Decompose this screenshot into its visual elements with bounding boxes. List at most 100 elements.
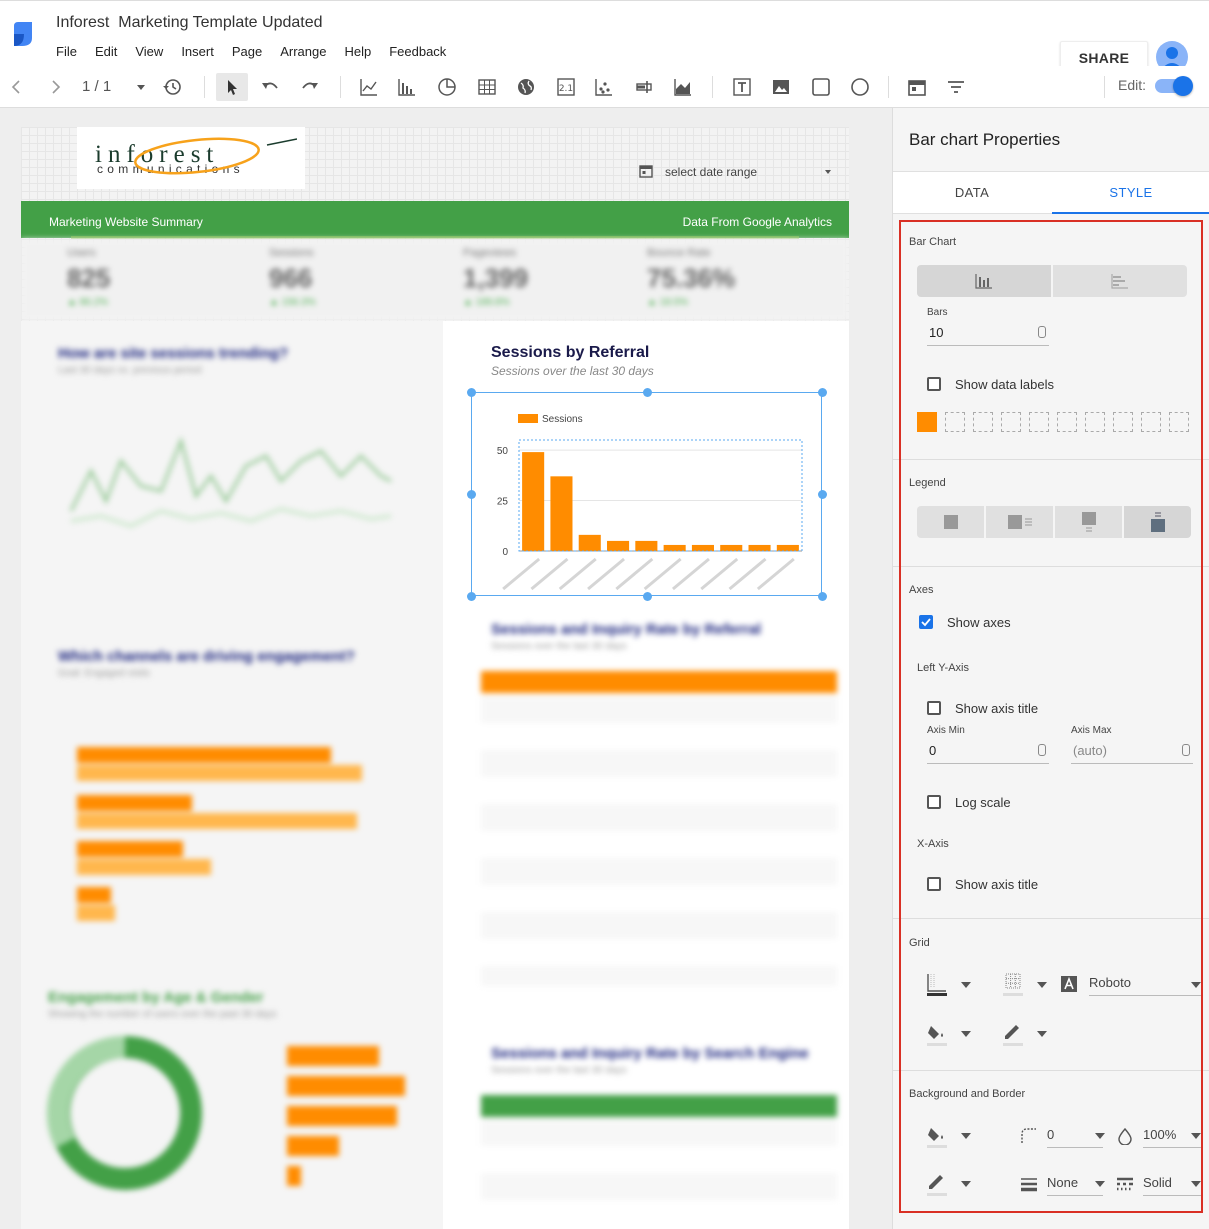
calendar-icon (639, 165, 653, 178)
chevron-down-icon (825, 170, 831, 174)
banner-title: Marketing Website Summary (49, 215, 203, 229)
forward-icon[interactable] (42, 74, 68, 100)
menu-insert[interactable]: Insert (181, 44, 214, 59)
bar[interactable] (691, 544, 714, 551)
table-header[interactable] (481, 671, 837, 693)
history-icon[interactable] (159, 74, 185, 100)
resize-handle[interactable] (818, 592, 827, 601)
date-range-icon[interactable] (904, 74, 930, 100)
tab-style[interactable]: STYLE (1052, 172, 1209, 214)
kpi-name: Bounce Rate (647, 247, 711, 259)
data-studio-logo-icon[interactable] (10, 20, 36, 48)
select-cursor-icon[interactable] (216, 73, 248, 101)
banner-source: Data From Google Analytics (682, 215, 832, 229)
panel-tabs: DATA STYLE (893, 171, 1209, 214)
filter-control-icon[interactable] (943, 74, 969, 100)
table-title[interactable]: Sessions and Inquiry Rate by Search Engi… (491, 1045, 809, 1062)
redo-icon[interactable] (297, 74, 323, 100)
highlight-box (899, 220, 1203, 1213)
bar[interactable] (578, 534, 601, 551)
chart-title[interactable]: Sessions by Referral (491, 344, 649, 362)
company-logo[interactable]: inforest communications (77, 127, 305, 189)
kpi-users[interactable]: Users 825 ▲ 86.2% (67, 247, 110, 308)
table-title[interactable]: Sessions and Inquiry Rate by Referral (491, 621, 761, 638)
kpi-delta: ▲ 189.8% (463, 297, 510, 308)
scatter-chart-icon[interactable] (591, 74, 617, 100)
kpi-pageviews[interactable]: Pageviews 1,399 ▲ 189.8% (463, 247, 528, 308)
resize-handle[interactable] (467, 388, 476, 397)
chart-subtitle: Goal: Engaged visits (58, 668, 150, 679)
kpi-delta: ▲ 18.5% (647, 297, 689, 308)
time-series-icon[interactable] (356, 74, 382, 100)
menu-edit[interactable]: Edit (95, 44, 117, 59)
menu-view[interactable]: View (135, 44, 163, 59)
date-range-control[interactable]: select date range (639, 163, 831, 183)
chart-title[interactable]: Engagement by Age & Gender (48, 989, 263, 1006)
kpi-name: Pageviews (463, 247, 517, 259)
referral-table-body[interactable] (481, 696, 837, 986)
legend-label[interactable]: Sessions (542, 414, 583, 425)
date-range-label: select date range (665, 165, 758, 179)
resize-handle[interactable] (467, 490, 476, 499)
edit-label: Edit: (1118, 77, 1147, 93)
kpi-bounce-rate[interactable]: Bounce Rate 75.36% ▲ 18.5% (647, 247, 735, 308)
kpi-delta: ▲ 86.2% (67, 297, 109, 308)
circle-icon[interactable] (847, 74, 873, 100)
y-tick-label: 50 (497, 446, 509, 457)
sessions-trend-line-chart[interactable] (61, 401, 401, 561)
text-box-icon[interactable] (729, 74, 755, 100)
resize-handle[interactable] (818, 388, 827, 397)
bullet-chart-icon[interactable] (631, 74, 657, 100)
resize-handle[interactable] (643, 388, 652, 397)
chart-title[interactable]: How are site sessions trending? (58, 345, 288, 362)
bar[interactable] (663, 544, 686, 551)
bar (77, 859, 211, 875)
bar[interactable] (720, 544, 743, 551)
menu-page[interactable]: Page (232, 44, 262, 59)
geo-map-icon[interactable] (513, 74, 539, 100)
menu-file[interactable]: File (56, 44, 77, 59)
table-icon[interactable] (474, 74, 500, 100)
age-gender-donut-chart[interactable] (45, 1033, 205, 1193)
selected-bar-chart[interactable]: Sessions 0 25 50 (467, 388, 827, 601)
menu-feedback[interactable]: Feedback (389, 44, 446, 59)
bar[interactable] (607, 540, 630, 551)
area-chart-icon[interactable] (670, 74, 696, 100)
kpi-sessions[interactable]: Sessions 966 ▲ 156.3% (269, 247, 316, 308)
resize-handle[interactable] (818, 490, 827, 499)
x-tick-label (558, 557, 597, 591)
bar[interactable] (776, 544, 799, 551)
undo-icon[interactable] (257, 74, 283, 100)
x-tick-label (530, 557, 569, 591)
bar-chart-icon[interactable] (394, 74, 420, 100)
resize-handle[interactable] (467, 592, 476, 601)
menu-arrange[interactable]: Arrange (280, 44, 326, 59)
y-tick-label: 25 (497, 497, 509, 508)
bar[interactable] (522, 452, 545, 551)
menu-help[interactable]: Help (344, 44, 371, 59)
table-header[interactable] (481, 1095, 837, 1117)
document-title[interactable]: Inforest Marketing Template Updated (56, 14, 323, 32)
tab-data[interactable]: DATA (893, 172, 1051, 214)
page-indicator[interactable]: 1 / 1 (82, 78, 111, 95)
bar[interactable] (550, 476, 573, 551)
report-page: inforest communications select date rang… (21, 127, 849, 1229)
rectangle-icon[interactable] (808, 74, 834, 100)
kpi-delta: ▲ 156.3% (269, 297, 316, 308)
kpi-value: 1,399 (463, 263, 529, 293)
bar[interactable] (635, 540, 658, 551)
image-icon[interactable] (768, 74, 794, 100)
search-engine-table-body[interactable] (481, 1119, 837, 1203)
sessions-by-referral-bar-chart[interactable]: Sessions 0 25 50 (472, 393, 821, 595)
bar (77, 813, 357, 829)
bars-layer: 0 25 50 (497, 446, 802, 591)
bar[interactable] (748, 544, 771, 551)
back-icon[interactable] (4, 74, 30, 100)
scorecard-icon[interactable]: 2.1 (553, 74, 579, 100)
summary-banner[interactable]: Marketing Website Summary Data From Goog… (21, 201, 849, 238)
chart-title[interactable]: Which channels are driving engagement? (58, 648, 355, 665)
page-dropdown-icon[interactable] (128, 74, 154, 100)
resize-handle[interactable] (643, 592, 652, 601)
pie-chart-icon[interactable] (434, 74, 460, 100)
edit-toggle[interactable] (1155, 76, 1193, 96)
